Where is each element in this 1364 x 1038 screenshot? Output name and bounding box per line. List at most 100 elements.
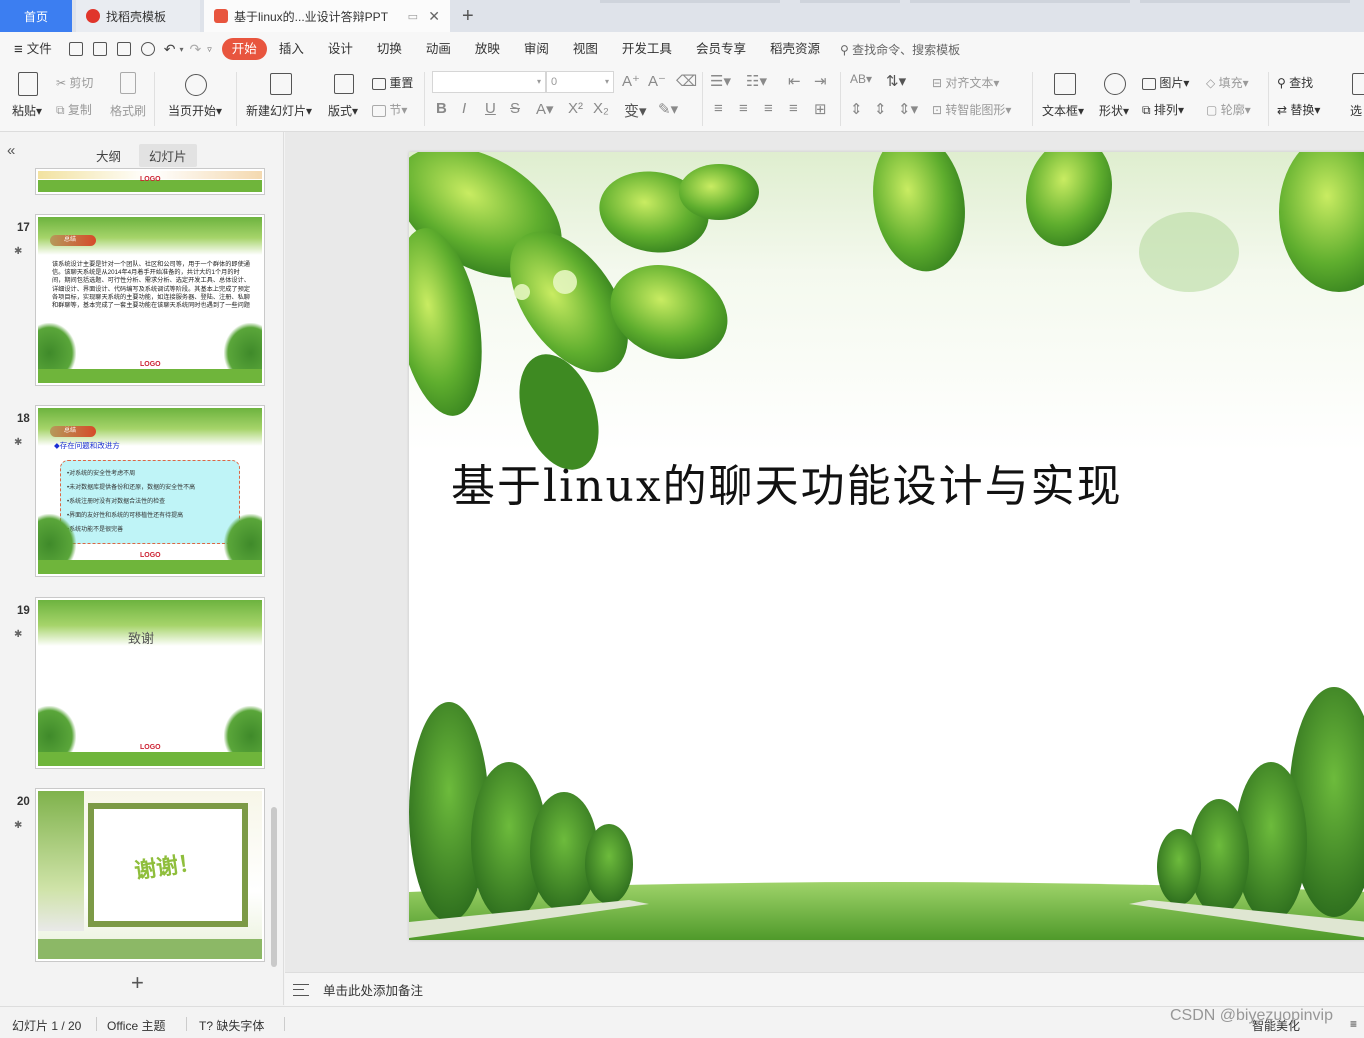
underline-icon[interactable]: U	[485, 100, 496, 117]
phonetic-icon[interactable]: 变▾	[624, 100, 647, 121]
layout-icon[interactable]	[334, 74, 354, 94]
shape-button[interactable]: 形状▾	[1099, 102, 1129, 119]
from-current-button[interactable]: 当页开始▾	[168, 102, 222, 119]
font-color-icon[interactable]: A▾	[536, 100, 554, 118]
picture-button[interactable]: 图片▾	[1142, 74, 1189, 91]
select-icon[interactable]	[1352, 73, 1364, 95]
italic-icon[interactable]: I	[462, 100, 466, 117]
menu-icon[interactable]: ≡	[1350, 1017, 1357, 1031]
command-search[interactable]: ⚲ 查找命令、搜索模板	[840, 41, 960, 58]
text-direction-icon[interactable]: AB▾	[850, 72, 872, 86]
tab-template[interactable]: 找稻壳模板	[76, 0, 200, 32]
paste-icon[interactable]	[18, 72, 38, 96]
select-button[interactable]: 选	[1350, 102, 1362, 119]
format-painter-button[interactable]: 格式刷	[110, 102, 146, 119]
pane-scrollbar[interactable]	[271, 807, 277, 967]
new-slide-button[interactable]: 新建幻灯片▾	[246, 102, 312, 119]
decrease-indent-icon[interactable]: ⇤	[788, 72, 801, 90]
find-button[interactable]: ⚲ 查找	[1277, 74, 1313, 91]
menu-member[interactable]: 会员专享	[684, 38, 758, 60]
fill-button[interactable]: ◇ 填充▾	[1206, 74, 1249, 91]
save-icon[interactable]	[68, 42, 83, 56]
bullets-icon[interactable]: ☰▾	[710, 72, 731, 90]
menu-docer[interactable]: 稻壳资源	[758, 38, 832, 60]
menu-view[interactable]: 视图	[561, 38, 610, 60]
play-icon[interactable]	[185, 74, 207, 96]
menu-insert[interactable]: 插入	[267, 38, 316, 60]
arrange-button[interactable]: ⧉ 排列▾	[1142, 101, 1184, 118]
textbox-button[interactable]: 文本框▾	[1042, 102, 1084, 119]
theme-name[interactable]: Office 主题	[107, 1017, 165, 1034]
restore-icon[interactable]: ▭	[408, 10, 418, 23]
menu-animation[interactable]: 动画	[414, 38, 463, 60]
menu-file[interactable]: 文件	[23, 38, 64, 60]
tab-home[interactable]: 首页	[0, 0, 72, 32]
tab-document[interactable]: 基于linux的...业设计答辩PPT ▭ ✕	[204, 0, 450, 32]
font-size-combo[interactable]: 0 ▾	[546, 71, 614, 93]
slide-thumbnail-16[interactable]: LOGO	[35, 168, 265, 195]
grow-font-icon[interactable]: A⁺	[622, 72, 640, 90]
menu-review[interactable]: 审阅	[512, 38, 561, 60]
numbering-icon[interactable]: ☷▾	[746, 72, 767, 90]
slide-title[interactable]: 基于linux的聊天功能设计与实现	[451, 450, 1123, 514]
align-text-button[interactable]: ⊟ 对齐文本▾	[932, 74, 999, 91]
current-slide[interactable]: 基于linux的聊天功能设计与实现	[409, 152, 1364, 940]
cut-button[interactable]: ✂ 剪切	[56, 74, 93, 91]
format-painter-icon[interactable]	[120, 72, 136, 94]
line-spacing-icon[interactable]: ⇕	[850, 100, 863, 118]
layout-button[interactable]: 版式▾	[328, 102, 358, 119]
slide-thumbnail-20[interactable]: 谢谢！	[35, 788, 265, 962]
copy-button[interactable]: ⧉ 复制	[56, 101, 92, 118]
font-name-combo[interactable]: ▾	[432, 71, 546, 93]
subscript-icon[interactable]: X₂	[593, 100, 609, 117]
paste-button[interactable]: 粘贴▾	[12, 102, 42, 119]
menu-developer[interactable]: 开发工具	[610, 38, 684, 60]
slide-thumbnail-17[interactable]: 总结 该系统设计主要是针对一个团队、社区和公司等，用于一个群体的即使通信。该聊天…	[35, 214, 265, 386]
redo-icon[interactable]: ↷	[190, 41, 202, 58]
sort-icon[interactable]: ⇅▾	[886, 72, 906, 90]
textbox-icon[interactable]	[1054, 73, 1076, 95]
add-slide-icon[interactable]: +	[131, 970, 144, 996]
shrink-font-icon[interactable]: A⁻	[648, 72, 666, 90]
undo-icon[interactable]: ↶	[164, 41, 176, 58]
align-center-icon[interactable]: ≡	[739, 100, 748, 117]
justify-icon[interactable]: ≡	[789, 100, 798, 117]
menu-slideshow[interactable]: 放映	[463, 38, 512, 60]
menu-design[interactable]: 设计	[316, 38, 365, 60]
notes-bar[interactable]: 单击此处添加备注	[285, 972, 1364, 1006]
superscript-icon[interactable]: X²	[568, 100, 583, 117]
para-spacing-icon[interactable]: ⇕	[874, 100, 887, 118]
section-button[interactable]: 节▾	[372, 101, 407, 118]
clear-format-icon[interactable]: ⌫	[676, 72, 697, 90]
hamburger-icon[interactable]: ≡	[14, 41, 23, 58]
highlight-icon[interactable]: ✎▾	[658, 100, 678, 118]
bold-icon[interactable]: B	[436, 100, 447, 117]
spacing-menu-icon[interactable]: ⇕▾	[898, 100, 918, 118]
align-left-icon[interactable]: ≡	[714, 100, 723, 117]
shape-icon[interactable]	[1104, 73, 1126, 95]
reset-button[interactable]: 重置	[372, 74, 413, 91]
slide-thumbnail-18[interactable]: 总结 ◆存在问题和改进方 •对系统的安全性考虑不周 •未对数据库提供备份和还原，…	[35, 405, 265, 577]
smart-shape-button[interactable]: ⊡ 转智能图形▾	[932, 101, 1011, 118]
collapse-pane-icon[interactable]: «	[7, 142, 15, 159]
align-right-icon[interactable]: ≡	[764, 100, 773, 117]
preview-icon[interactable]	[140, 42, 155, 56]
menu-home[interactable]: 开始	[221, 38, 267, 60]
strikethrough-icon[interactable]: S	[510, 100, 520, 117]
chevron-down-icon[interactable]: ▾	[180, 45, 184, 54]
export-pdf-icon[interactable]	[92, 42, 107, 56]
outline-button[interactable]: ▢ 轮廓▾	[1206, 101, 1251, 118]
menu-transition[interactable]: 切换	[365, 38, 414, 60]
increase-indent-icon[interactable]: ⇥	[814, 72, 827, 90]
tab-outline[interactable]: 大纲	[86, 144, 131, 167]
slide-thumbnail-19[interactable]: 致谢 LOGO	[35, 597, 265, 769]
distribute-icon[interactable]: ⊞	[814, 100, 827, 118]
new-slide-icon[interactable]	[270, 73, 292, 95]
customize-icon[interactable]: ▿	[207, 44, 212, 55]
tab-slides[interactable]: 幻灯片	[139, 144, 197, 167]
print-icon[interactable]	[116, 42, 131, 56]
add-tab-icon[interactable]: +	[462, 5, 474, 28]
replace-button[interactable]: ⇄ 替换▾	[1277, 101, 1320, 118]
close-icon[interactable]: ✕	[428, 8, 440, 25]
missing-font-button[interactable]: T? 缺失字体	[199, 1017, 264, 1034]
